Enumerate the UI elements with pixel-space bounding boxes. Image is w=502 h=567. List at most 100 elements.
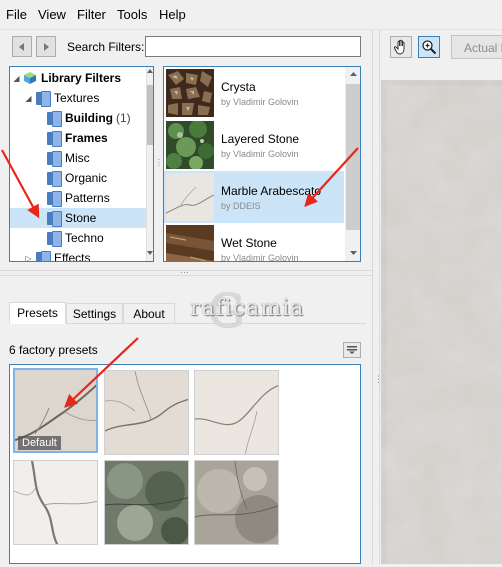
- filter-thumbnail: [166, 225, 214, 261]
- folder-icon: [46, 230, 62, 247]
- tree-item-count: (1): [116, 111, 131, 125]
- library-tree: ◢ Library Filters ◢ Textures Building (1…: [9, 66, 154, 262]
- collapse-icon[interactable]: ◢: [24, 94, 33, 103]
- filter-author: by DDEIS: [221, 201, 261, 211]
- filter-author: by Vladimir Golovin: [221, 253, 299, 262]
- menu-filter[interactable]: Filter: [77, 7, 106, 22]
- back-button[interactable]: [12, 36, 32, 57]
- splitter-grip-icon: ···: [180, 267, 189, 277]
- expand-icon[interactable]: ▷: [24, 254, 33, 262]
- tab-presets[interactable]: Presets: [9, 302, 66, 324]
- tree-item-label: Textures: [54, 91, 100, 105]
- preset-thumbnail: [105, 371, 188, 454]
- presets-grid: Default: [9, 364, 361, 564]
- library-cube-icon: [24, 72, 36, 84]
- folder-icon: [46, 190, 62, 207]
- search-filters-input[interactable]: [145, 36, 361, 57]
- tab-settings[interactable]: Settings: [66, 303, 123, 324]
- tree-item-techno[interactable]: Techno: [46, 228, 104, 248]
- filter-thumbnail: [166, 121, 214, 169]
- filter-item-marble-arabescato[interactable]: Marble Arabescato by DDEIS: [164, 171, 344, 223]
- preset-default[interactable]: Default: [13, 368, 98, 453]
- tree-item-label: Stone: [65, 211, 97, 225]
- folder-icon: [46, 210, 62, 227]
- filter-name: Marble Arabescato: [221, 184, 322, 198]
- preset-thumbnail: [195, 461, 278, 544]
- tree-item-label: Frames: [65, 131, 108, 145]
- arrow-left-icon: [19, 42, 24, 51]
- zoom-in-icon: [422, 40, 437, 55]
- tree-item-building[interactable]: Building (1): [46, 108, 131, 128]
- actual-pixels-button[interactable]: Actual Pixels: [451, 35, 502, 59]
- menu-help[interactable]: Help: [159, 7, 186, 22]
- tree-item-label: Organic: [65, 171, 108, 185]
- tree-item-label: Misc: [65, 151, 90, 165]
- filter-list: Crysta by Vladimir Golovin Layered Stone…: [163, 66, 361, 262]
- folder-icon: [46, 170, 62, 187]
- tabs-divider: [175, 323, 366, 324]
- vertical-splitter[interactable]: ⋮: [372, 30, 383, 564]
- filter-author: by Vladimir Golovin: [221, 97, 299, 107]
- tree-item-label: Patterns: [65, 191, 110, 205]
- menu-tools[interactable]: Tools: [117, 7, 147, 22]
- search-label: Search Filters:: [67, 40, 145, 54]
- tree-item-label: Building: [65, 111, 113, 125]
- tab-about[interactable]: About: [123, 303, 175, 324]
- filter-scrollbar-thumb[interactable]: [346, 84, 360, 230]
- menu-lines-icon: [347, 346, 357, 354]
- scroll-down-icon[interactable]: [350, 251, 357, 256]
- preview-canvas[interactable]: [381, 80, 502, 564]
- preset-thumbnail: [14, 461, 97, 544]
- collapse-icon[interactable]: ◢: [12, 74, 21, 83]
- filter-thumbnail: [166, 69, 214, 117]
- filter-author: by Vladimir Golovin: [221, 149, 299, 159]
- presets-menu-button[interactable]: [343, 342, 361, 358]
- preset-2[interactable]: [104, 370, 189, 455]
- tree-item-organic[interactable]: Organic: [46, 168, 107, 188]
- preset-thumbnail: [195, 371, 278, 454]
- hand-pan-icon: [393, 39, 405, 55]
- tree-scrollbar-thumb[interactable]: [147, 85, 153, 145]
- presets-count: 6 factory presets: [9, 343, 98, 357]
- tree-item-effects[interactable]: ▷ Effects: [24, 248, 91, 262]
- folder-icon: [46, 150, 62, 167]
- tree-root-label: Library Filters: [41, 71, 122, 85]
- menu-bar: File View Filter Tools Help: [0, 0, 502, 30]
- preset-default-label: Default: [18, 436, 61, 450]
- menu-view[interactable]: View: [38, 7, 66, 22]
- preset-5[interactable]: [104, 460, 189, 545]
- filter-item-layered-stone[interactable]: Layered Stone by Vladimir Golovin: [164, 119, 344, 171]
- arrow-right-icon: [44, 42, 49, 51]
- tree-item-stone[interactable]: Stone: [10, 208, 146, 228]
- folder-icon: [46, 110, 62, 127]
- scroll-up-icon[interactable]: [350, 72, 357, 77]
- menu-file[interactable]: File: [6, 7, 27, 22]
- horizontal-splitter[interactable]: ···: [0, 267, 372, 277]
- tree-item-label: Effects: [54, 251, 91, 262]
- tree-item-label: Techno: [65, 231, 104, 245]
- scroll-down-icon[interactable]: [147, 251, 153, 256]
- filter-name: Wet Stone: [221, 236, 277, 250]
- watermark-text: raficamia: [190, 296, 305, 321]
- scroll-up-icon[interactable]: [147, 69, 153, 74]
- filter-name: Layered Stone: [221, 132, 300, 146]
- pane-grip-icon[interactable]: ⋮: [155, 158, 163, 167]
- filter-item-wet-stone[interactable]: Wet Stone by Vladimir Golovin: [164, 223, 344, 262]
- filter-item-crysta[interactable]: Crysta by Vladimir Golovin: [164, 67, 344, 119]
- tree-item-misc[interactable]: Misc: [46, 148, 90, 168]
- tree-root[interactable]: ◢ Library Filters: [12, 68, 121, 88]
- preset-4[interactable]: [13, 460, 98, 545]
- forward-button[interactable]: [36, 36, 56, 57]
- folder-icon: [35, 250, 51, 261]
- tree-item-frames[interactable]: Frames: [46, 128, 108, 148]
- preset-3[interactable]: [194, 370, 279, 455]
- tree-item-patterns[interactable]: Patterns: [46, 188, 110, 208]
- preset-6[interactable]: [194, 460, 279, 545]
- filter-name: Crysta: [221, 80, 256, 94]
- tree-item-textures[interactable]: ◢ Textures: [24, 88, 99, 108]
- folder-icon: [35, 90, 51, 107]
- preview-image: [381, 80, 502, 564]
- filter-thumbnail: [166, 173, 214, 221]
- zoom-in-button[interactable]: [418, 36, 440, 58]
- hand-pan-button[interactable]: [390, 36, 412, 58]
